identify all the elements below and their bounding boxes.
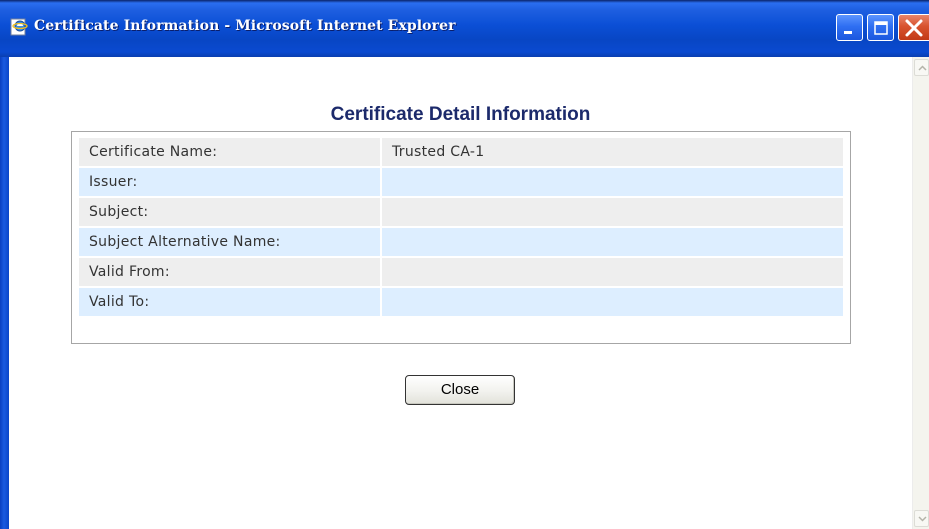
certificate-detail-table: Certificate Name: Trusted CA-1 Issuer: S… <box>79 136 843 318</box>
certificate-detail-box: Certificate Name: Trusted CA-1 Issuer: S… <box>71 131 851 344</box>
field-label: Issuer: <box>79 168 382 196</box>
maximize-icon <box>874 21 888 35</box>
window-titlebar[interactable]: Certificate Information - Microsoft Inte… <box>0 0 929 57</box>
chevron-up-icon <box>918 65 927 71</box>
scroll-down-button[interactable] <box>914 510 929 527</box>
minimize-icon <box>844 31 852 34</box>
close-icon <box>905 19 923 37</box>
maximize-button[interactable] <box>867 14 894 41</box>
close-button[interactable]: Close <box>405 375 515 405</box>
table-row: Valid To: <box>79 288 843 316</box>
close-window-button[interactable] <box>898 14 929 41</box>
field-value <box>382 168 843 196</box>
field-label: Subject Alternative Name: <box>79 228 382 256</box>
field-value <box>382 288 843 316</box>
field-label: Subject: <box>79 198 382 226</box>
window-frame-left <box>0 57 9 529</box>
field-label: Certificate Name: <box>79 138 382 166</box>
chevron-down-icon <box>918 516 927 522</box>
scroll-up-button[interactable] <box>914 59 929 76</box>
table-row: Certificate Name: Trusted CA-1 <box>79 138 843 166</box>
table-row: Issuer: <box>79 168 843 196</box>
field-value <box>382 198 843 226</box>
table-row: Subject Alternative Name: <box>79 228 843 256</box>
field-value <box>382 258 843 286</box>
page-title: Certificate Detail Information <box>330 104 591 125</box>
field-value <box>382 228 843 256</box>
field-label: Valid From: <box>79 258 382 286</box>
field-label: Valid To: <box>79 288 382 316</box>
table-row: Subject: <box>79 198 843 226</box>
vertical-scrollbar[interactable] <box>912 57 929 529</box>
minimize-button[interactable] <box>836 14 863 41</box>
table-row: Valid From: <box>79 258 843 286</box>
ie-page-icon[interactable] <box>10 18 28 36</box>
window-title: Certificate Information - Microsoft Inte… <box>34 18 456 34</box>
field-value: Trusted CA-1 <box>382 138 843 166</box>
